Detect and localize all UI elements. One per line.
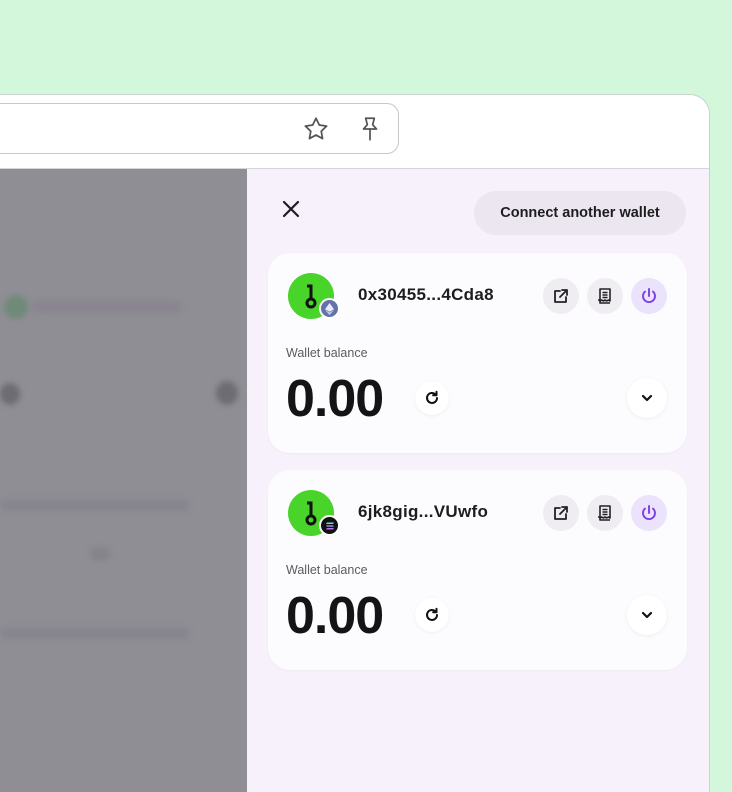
balance-value: 0.00 [286,370,384,428]
receipt-icon[interactable] [587,278,623,314]
balance-label: Wallet balance [286,563,368,577]
wallet-address: 6jk8gig...VUwfo [358,502,489,521]
receipt-icon[interactable] [587,495,623,531]
solana-icon [319,515,340,536]
power-icon[interactable] [631,278,667,314]
external-link-icon[interactable] [543,495,579,531]
wallet-drawer: Connect another wallet 0x30455...4Cda8 W… [247,169,709,792]
page-overlay [0,169,247,792]
connect-another-wallet-button[interactable]: Connect another wallet [474,191,686,235]
close-icon[interactable] [279,197,303,221]
wallet-card: 6jk8gig...VUwfo Wallet balance 0.00 [268,470,687,670]
power-icon[interactable] [631,495,667,531]
ethereum-icon [319,298,340,319]
browser-window: Connect another wallet 0x30455...4Cda8 W… [0,94,710,792]
star-icon[interactable] [301,114,331,144]
wallet-address: 0x30455...4Cda8 [358,285,494,304]
chevron-down-icon[interactable] [627,595,667,635]
address-bar[interactable] [0,103,399,154]
wallet-card: 0x30455...4Cda8 Wallet balance 0.00 [268,253,687,453]
balance-value: 0.00 [286,587,384,645]
external-link-icon[interactable] [543,278,579,314]
pin-icon[interactable] [355,114,385,144]
refresh-icon[interactable] [415,598,449,632]
balance-label: Wallet balance [286,346,368,360]
chevron-down-icon[interactable] [627,378,667,418]
refresh-icon[interactable] [415,381,449,415]
